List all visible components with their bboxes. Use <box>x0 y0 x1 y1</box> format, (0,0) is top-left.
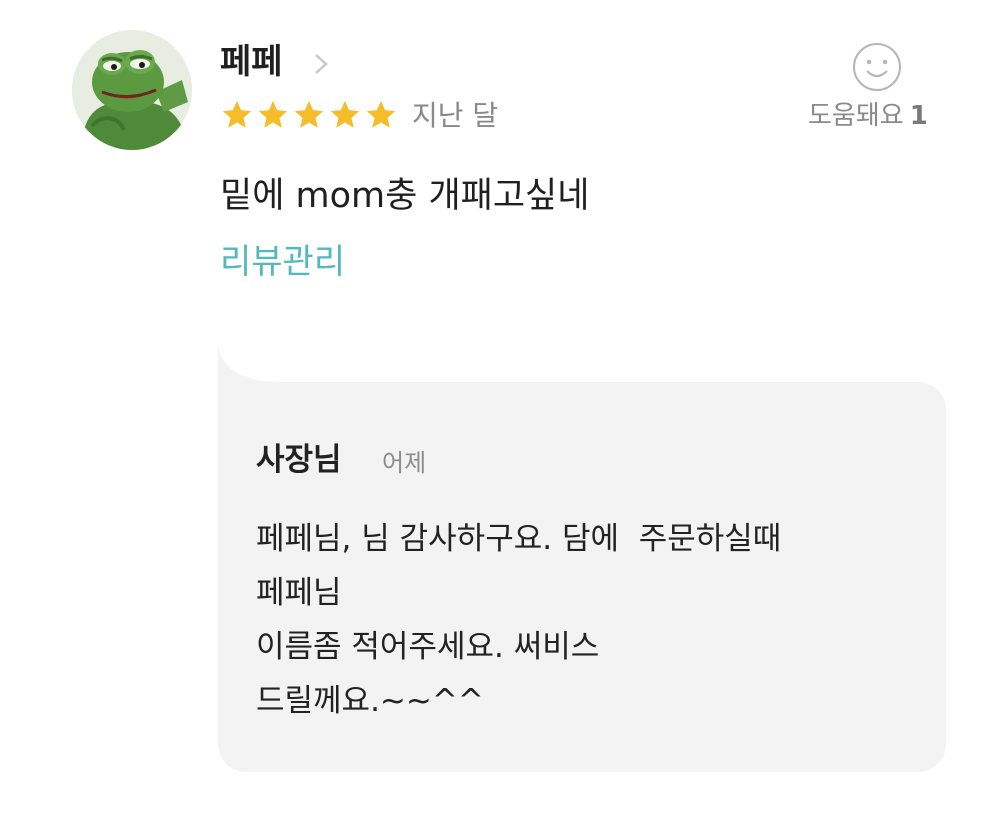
reply-line: 페페님 <box>256 575 342 611</box>
reply-date: 어제 <box>382 449 427 477</box>
reply-line: 페페님, 님 감사하구요. 담에 주문하실때 <box>256 521 782 557</box>
reply-text: 페페님, 님 감사하구요. 담에 주문하실때 페페님 이름좀 적어주세요. 써비… <box>256 512 781 728</box>
reply-line: 이름좀 적어주세요. 써비스 <box>256 629 600 665</box>
reply-owner-name: 사장님 <box>256 442 342 478</box>
reply-line: 드릴께요.~~^^ <box>256 683 484 719</box>
